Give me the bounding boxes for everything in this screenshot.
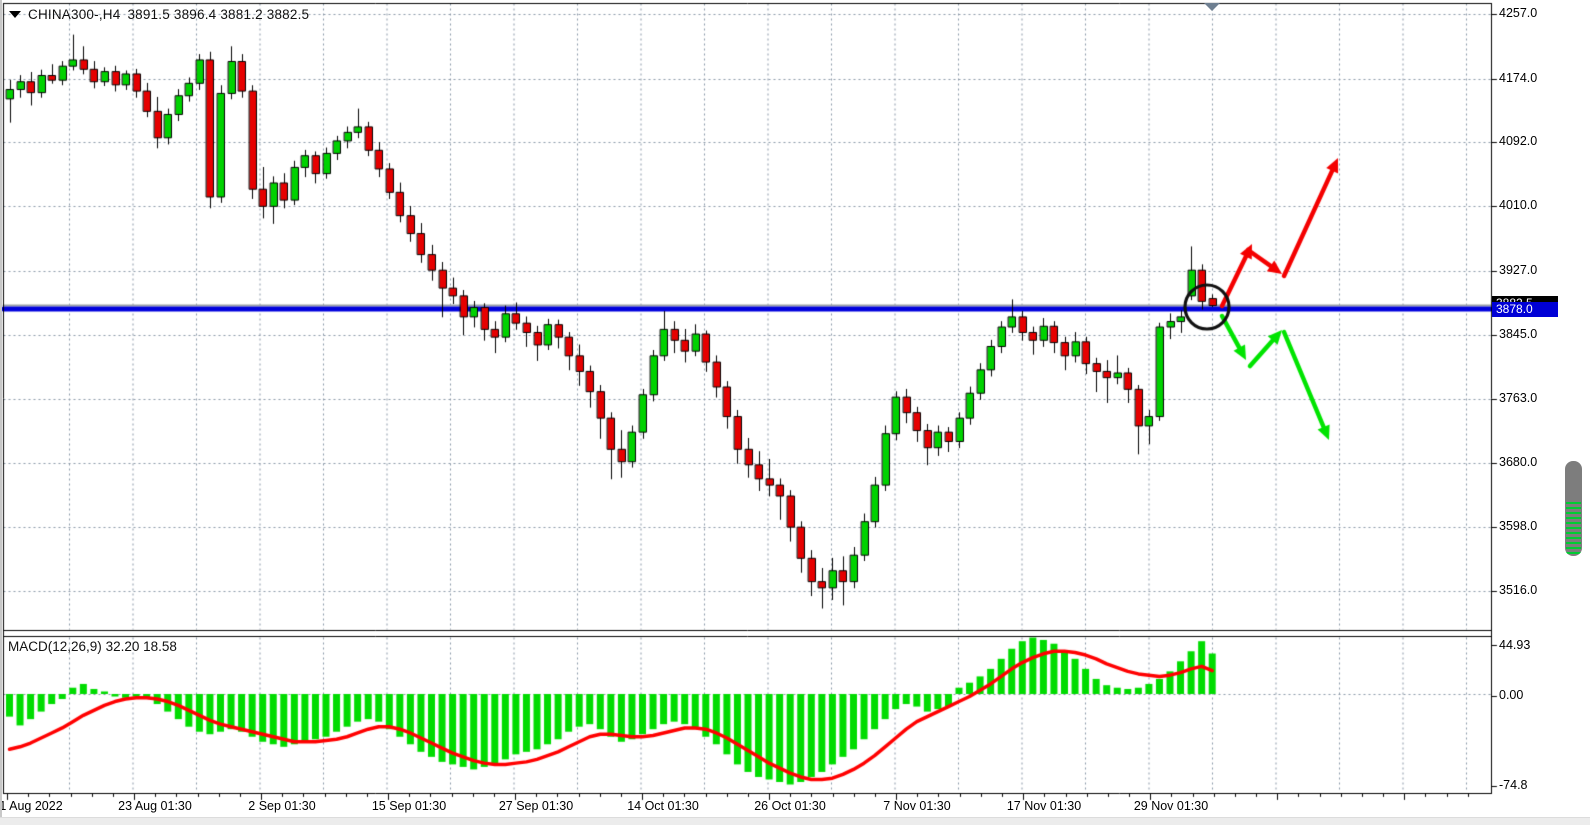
time-axis[interactable]: 11 Aug 2022 23 Aug 01:30 2 Sep 01:30 15 Sep… [0,793,1491,817]
price-tick-label: 3680.0 [1499,455,1537,469]
price-tick-label: 4010.0 [1499,198,1537,212]
date-tick-label: 11 Aug 2022 [0,799,63,813]
chart-canvas[interactable] [0,0,1590,825]
ohlc-values-label: 3891.5 3896.4 3881.2 3882.5 [127,7,309,22]
symbol-dropdown-icon[interactable] [9,11,21,18]
price-tick-label: 4257.0 [1499,6,1537,20]
price-tick-label: 3845.0 [1499,327,1537,341]
chart-window: CHINA300-,H4 3891.5 3896.4 3881.2 3882.5… [0,0,1590,825]
date-tick-label: 17 Nov 01:30 [1007,799,1081,813]
price-tick-label: 3516.0 [1499,583,1537,597]
chart-title-bar: CHINA300-,H4 3891.5 3896.4 3881.2 3882.5 [9,7,309,22]
date-tick-label: 2 Sep 01:30 [248,799,315,813]
date-tick-label: 23 Aug 01:30 [118,799,192,813]
panel-divider[interactable] [3,630,1491,637]
price-tick-label: 3927.0 [1499,263,1537,277]
price-tick-label: 4092.0 [1499,134,1537,148]
date-tick-label: 7 Nov 01:30 [883,799,950,813]
date-tick-label: 29 Nov 01:30 [1134,799,1208,813]
price-tick-label: 3763.0 [1499,391,1537,405]
price-tick-label: 4174.0 [1499,71,1537,85]
symbol-period-label: CHINA300-,H4 [28,7,120,22]
price-tick-label: 3598.0 [1499,519,1537,533]
date-tick-label: 15 Sep 01:30 [372,799,446,813]
price-axis[interactable]: 4257.0 4174.0 4092.0 4010.0 3927.0 3845.0 3763… [1491,0,1590,793]
date-tick-label: 27 Sep 01:30 [499,799,573,813]
date-tick-label: 26 Oct 01:30 [754,799,826,813]
date-tick-label: 14 Oct 01:30 [627,799,699,813]
